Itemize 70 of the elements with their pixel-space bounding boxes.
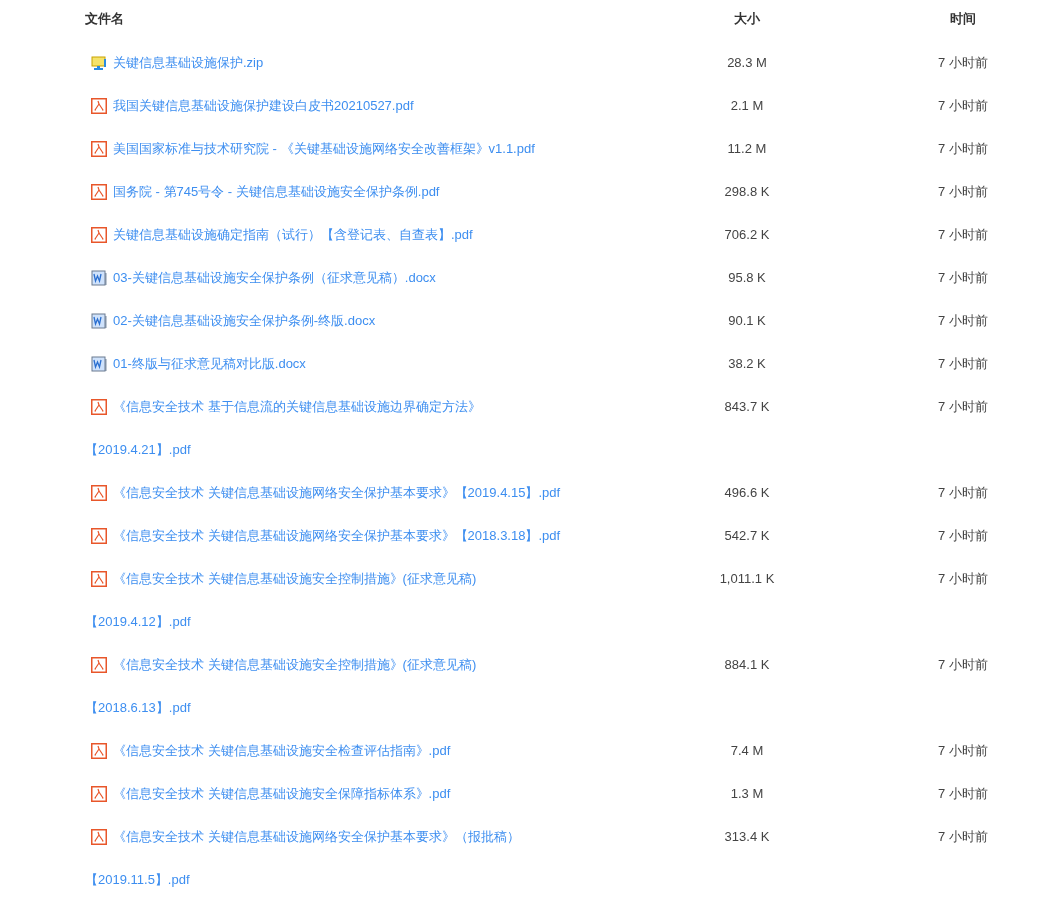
pdf-file-icon [91, 183, 107, 200]
file-link[interactable]: 【2019.4.12】.pdf [85, 600, 191, 643]
file-size: 7.4 M [730, 743, 764, 758]
modified-time: 7 小时前 [938, 356, 988, 371]
pdf-file-icon [91, 527, 107, 544]
file-size: 298.8 K [724, 184, 770, 199]
file-link[interactable]: 03-关键信息基础设施安全保护条例（征求意见稿）.docx [113, 256, 436, 299]
modified-time: 7 小时前 [938, 786, 988, 801]
modified-time: 7 小时前 [938, 227, 988, 242]
file-size: 95.8 K [728, 270, 766, 285]
pdf-file-icon [91, 785, 107, 802]
file-size: 542.7 K [724, 528, 770, 543]
word-document-icon [91, 355, 107, 372]
modified-time: 7 小时前 [938, 571, 988, 586]
file-link[interactable]: 关键信息基础设施保护.zip [113, 41, 264, 84]
modified-time: 7 小时前 [938, 657, 988, 672]
file-link[interactable]: 我国关键信息基础设施保护建设白皮书20210527.pdf [113, 84, 414, 127]
word-document-icon [91, 269, 107, 286]
file-size: 496.6 K [724, 485, 770, 500]
file-link[interactable]: 《信息安全技术 基于信息流的关键信息基础设施边界确定方法》 [113, 385, 481, 428]
modified-time: 7 小时前 [938, 55, 988, 70]
pdf-file-icon [91, 656, 107, 673]
file-size: 1,011.1 K [719, 571, 775, 586]
file-size: 843.7 K [724, 399, 770, 414]
word-document-icon [91, 312, 107, 329]
file-link[interactable]: 《信息安全技术 关键信息基础设施网络安全保护基本要求》【2019.4.15】.pdf [113, 471, 561, 514]
file-link[interactable]: 《信息安全技术 关键信息基础设施安全控制措施》(征求意见稿) [113, 643, 477, 686]
column-header: 大小 [733, 10, 761, 28]
file-link[interactable]: 【2018.6.13】.pdf [85, 686, 191, 729]
pdf-file-icon [91, 828, 107, 845]
file-link[interactable]: 《信息安全技术 关键信息基础设施安全控制措施》(征求意见稿) [113, 557, 477, 600]
file-link[interactable]: 美国国家标准与技术研究院 - 《关键基础设施网络安全改善框架》v1.1.pdf [113, 127, 535, 170]
file-link[interactable]: 关键信息基础设施确定指南（试行）【含登记表、自查表】.pdf [113, 213, 473, 256]
file-link[interactable]: 《信息安全技术 关键信息基础设施网络安全保护基本要求》（报批稿） [113, 815, 520, 858]
file-link[interactable]: 国务院 - 第745号令 - 关键信息基础设施安全保护条例.pdf [113, 170, 440, 213]
modified-time: 7 小时前 [938, 528, 988, 543]
file-link[interactable]: 【2019.11.5】.pdf [85, 858, 190, 901]
pdf-file-icon [91, 398, 107, 415]
column-header: 文件名 [85, 10, 125, 28]
modified-time: 7 小时前 [938, 98, 988, 113]
modified-time: 7 小时前 [938, 485, 988, 500]
modified-time: 7 小时前 [938, 313, 988, 328]
pdf-file-icon [91, 226, 107, 243]
modified-time: 7 小时前 [938, 399, 988, 414]
modified-time: 7 小时前 [938, 829, 988, 844]
pdf-file-icon [91, 742, 107, 759]
file-link[interactable]: 02-关键信息基础设施安全保护条例-终版.docx [113, 299, 376, 342]
pdf-file-icon [91, 484, 107, 501]
file-size: 90.1 K [728, 313, 766, 328]
modified-time: 7 小时前 [938, 184, 988, 199]
file-size: 884.1 K [724, 657, 770, 672]
file-size: 38.2 K [728, 356, 766, 371]
modified-time: 7 小时前 [938, 270, 988, 285]
file-size: 28.3 M [727, 55, 767, 70]
column-header: 时间 [949, 10, 977, 28]
file-link[interactable]: 《信息安全技术 关键信息基础设施网络安全保护基本要求》【2018.3.18】.pdf [113, 514, 561, 557]
file-size: 11.2 M [727, 141, 767, 156]
file-size: 706.2 K [724, 227, 770, 242]
file-link[interactable]: 《信息安全技术 关键信息基础设施安全检查评估指南》.pdf [113, 729, 451, 772]
pdf-file-icon [91, 97, 107, 114]
modified-time: 7 小时前 [938, 141, 988, 156]
file-link[interactable]: 【2019.4.21】.pdf [85, 428, 191, 471]
file-link[interactable]: 01-终版与征求意见稿对比版.docx [113, 342, 306, 385]
file-size: 2.1 M [730, 98, 764, 113]
file-size: 1.3 M [730, 786, 764, 801]
file-size: 313.4 K [724, 829, 770, 844]
pdf-file-icon [91, 140, 107, 157]
pdf-file-icon [91, 570, 107, 587]
modified-time: 7 小时前 [938, 743, 988, 758]
file-link[interactable]: 《信息安全技术 关键信息基础设施安全保障指标体系》.pdf [113, 772, 451, 815]
